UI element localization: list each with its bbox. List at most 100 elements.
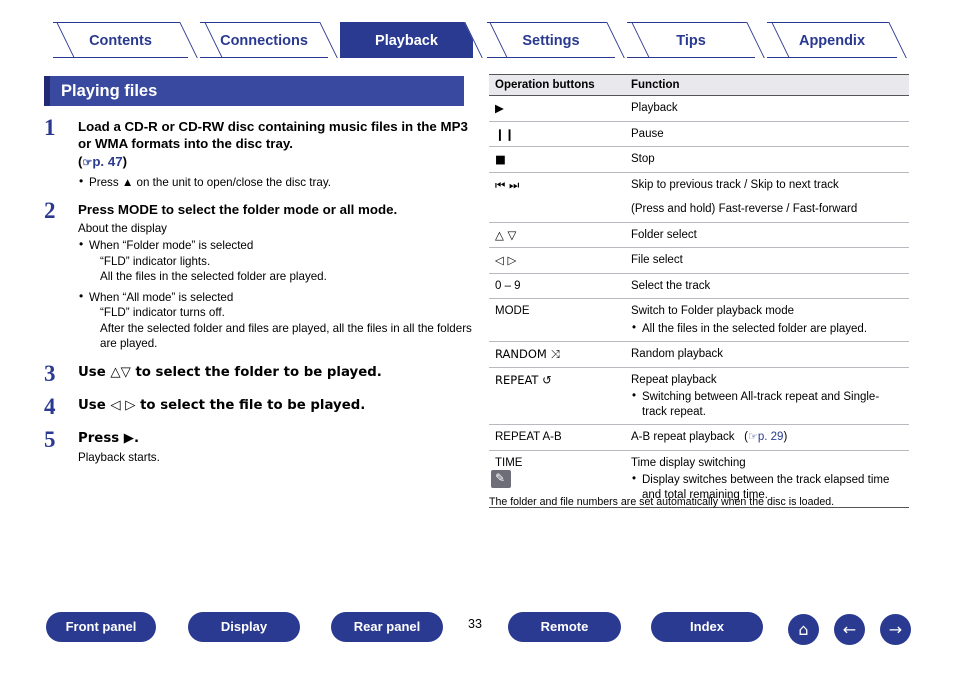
row-random-button: RANDOM ⤨: [489, 341, 625, 368]
step-4-number: 4: [44, 393, 56, 419]
step-3-heading: Use △▽ to select the folder to be played…: [78, 364, 382, 380]
step-3-number: 3: [44, 360, 56, 386]
row-repeat-ab-function: A-B repeat playback (☞p. 29): [625, 424, 909, 451]
step-5-number: 5: [44, 426, 56, 452]
step-4-heading: Use ◁ ▷ to select the file to be played.: [78, 397, 366, 413]
tab-appendix-label: Appendix: [798, 33, 866, 49]
row-folder-select-button: △ ▽: [489, 222, 625, 248]
step-2-heading: Press MODE to select the folder mode or …: [78, 201, 398, 217]
step-1: 1 Load a CD-R or CD-RW disc containing m…: [44, 115, 474, 191]
step-1-ref-close: ): [122, 154, 128, 169]
step-2-bullet-1-main: When “Folder mode” is selected: [89, 239, 254, 252]
table-row: ❙❙ Pause: [489, 121, 909, 147]
table-header-buttons: Operation buttons: [489, 74, 625, 96]
row-numeric-function: Select the track: [625, 273, 909, 299]
tab-tips[interactable]: Tips: [627, 22, 755, 58]
footer-remote-label: Remote: [540, 619, 589, 634]
step-1-heading: Load a CD-R or CD-RW disc containing mus…: [78, 119, 468, 151]
row-file-select-function: File select: [625, 247, 909, 274]
page-number: 33: [468, 617, 482, 631]
table-row: REPEAT A-B A-B repeat playback (☞p. 29): [489, 424, 909, 451]
row-repeat-button: REPEAT ↺: [489, 367, 625, 425]
table-row: ▶ Playback: [489, 95, 909, 122]
table-row: ◁ ▷ File select: [489, 247, 909, 274]
step-2-number: 2: [44, 197, 56, 223]
step-2-intro: About the display: [78, 221, 167, 235]
row-skip-function: Skip to previous track / Skip to next tr…: [631, 178, 839, 191]
tab-connections[interactable]: Connections: [200, 22, 328, 58]
tab-settings[interactable]: Settings: [487, 22, 615, 58]
step-5: 5 Press ▶. Playback starts.: [44, 426, 474, 466]
row-mode-function: Switch to Folder playback mode All the f…: [625, 298, 909, 342]
step-2-bullet-1-sub-1: “FLD” indicator lights.: [100, 254, 211, 268]
step-3: 3 Use △▽ to select the folder to be play…: [44, 361, 474, 386]
top-tab-bar: Contents Connections Playback Settings T…: [0, 22, 954, 60]
tab-settings-label: Settings: [522, 33, 580, 49]
home-icon-glyph: ⌂: [798, 620, 809, 639]
table-row: (Press and hold) Fast-reverse / Fast-for…: [489, 197, 909, 223]
step-5-body: Playback starts.: [78, 450, 160, 464]
row-repeat-ab-link[interactable]: p. 29: [758, 431, 784, 443]
row-numeric-button: 0 – 9: [489, 273, 625, 299]
procedure-steps: 1 Load a CD-R or CD-RW disc containing m…: [44, 115, 474, 469]
row-time-function-main: Time display switching: [631, 456, 746, 469]
row-repeat-ab-button: REPEAT A-B: [489, 424, 625, 451]
operation-buttons-table: Operation buttons Function ▶ Playback ❙❙…: [489, 74, 909, 508]
row-repeat-function-bullet: Switching between All-track repeat and S…: [631, 389, 903, 419]
step-1-ref-link[interactable]: p. 47: [92, 154, 122, 169]
table-row: △ ▽ Folder select: [489, 222, 909, 248]
step-2-bullet-2-sub-1: “FLD” indicator turns off.: [100, 306, 225, 319]
table-row: RANDOM ⤨ Random playback: [489, 341, 909, 368]
note-block: The folder and file numbers are set auto…: [489, 470, 909, 508]
row-file-select-button: ◁ ▷: [489, 247, 625, 274]
step-4: 4 Use ◁ ▷ to select the file to be playe…: [44, 394, 474, 419]
row-skip-hold-button: [489, 197, 625, 223]
forward-arrow-icon[interactable]: →: [880, 614, 911, 645]
pointer-icon: ☞: [748, 431, 758, 443]
table-header-row: Operation buttons Function: [489, 74, 909, 96]
row-folder-select-function: Folder select: [625, 222, 909, 248]
step-2-bullet-1-sub-2: All the files in the selected folder are…: [100, 270, 327, 283]
row-mode-function-main: Switch to Folder playback mode: [631, 305, 794, 317]
row-stop-button: ■: [489, 146, 625, 173]
row-skip-button: ⏮ ⏭: [495, 177, 520, 192]
step-1-bullet-1: Press ▲ on the unit to open/close the di…: [78, 174, 474, 191]
step-2-bullet-1: When “Folder mode” is selected “FLD” ind…: [78, 237, 474, 285]
footer-front-panel-label: Front panel: [65, 619, 137, 634]
row-play-function: Playback: [625, 95, 909, 122]
back-arrow-icon[interactable]: ←: [834, 614, 865, 645]
row-pause-function: Pause: [625, 121, 909, 147]
row-skip-hold-function: (Press and hold) Fast-reverse / Fast-for…: [625, 197, 909, 223]
table-row: ⏮ ⏭ Skip to previous track / Skip to nex…: [489, 172, 909, 197]
back-arrow-icon-glyph: ←: [842, 620, 857, 639]
footer-front-panel-button[interactable]: Front panel: [46, 612, 156, 642]
footer-nav: Front panel Display Rear panel 33 Remote…: [0, 612, 954, 656]
row-play-button: ▶: [489, 95, 625, 122]
table-row: REPEAT ↺ Repeat playback Switching betwe…: [489, 367, 909, 425]
tab-appendix[interactable]: Appendix: [767, 22, 897, 58]
step-5-heading: Press ▶.: [78, 430, 140, 446]
footer-rear-panel-button[interactable]: Rear panel: [331, 612, 443, 642]
note-text: The folder and file numbers are set auto…: [489, 496, 835, 508]
footer-index-button[interactable]: Index: [651, 612, 763, 642]
step-2-bullet-2-main: When “All mode” is selected: [89, 290, 234, 304]
home-icon[interactable]: ⌂: [788, 614, 819, 645]
tab-contents[interactable]: Contents: [53, 22, 188, 58]
step-2: 2 Press MODE to select the folder mode o…: [44, 197, 474, 352]
tab-playback[interactable]: Playback: [340, 22, 473, 58]
step-2-bullet-2: When “All mode” is selected “FLD” indica…: [78, 289, 474, 352]
footer-display-button[interactable]: Display: [188, 612, 300, 642]
table-row: MODE Switch to Folder playback mode All …: [489, 298, 909, 342]
row-repeat-function-main: Repeat playback: [631, 373, 717, 386]
footer-remote-button[interactable]: Remote: [508, 612, 621, 642]
row-mode-function-bullet: All the files in the selected folder are…: [631, 321, 903, 337]
forward-arrow-icon-glyph: →: [888, 620, 903, 639]
step-2-bullet-2-sub-2: After the selected folder and files are …: [100, 321, 472, 351]
pencil-icon: [491, 470, 511, 488]
step-1-number: 1: [44, 115, 56, 140]
row-repeat-function: Repeat playback Switching between All-tr…: [625, 367, 909, 425]
footer-display-label: Display: [220, 619, 268, 634]
table-row: ■ Stop: [489, 146, 909, 173]
tab-connections-label: Connections: [220, 33, 308, 49]
tab-playback-label: Playback: [375, 33, 438, 49]
